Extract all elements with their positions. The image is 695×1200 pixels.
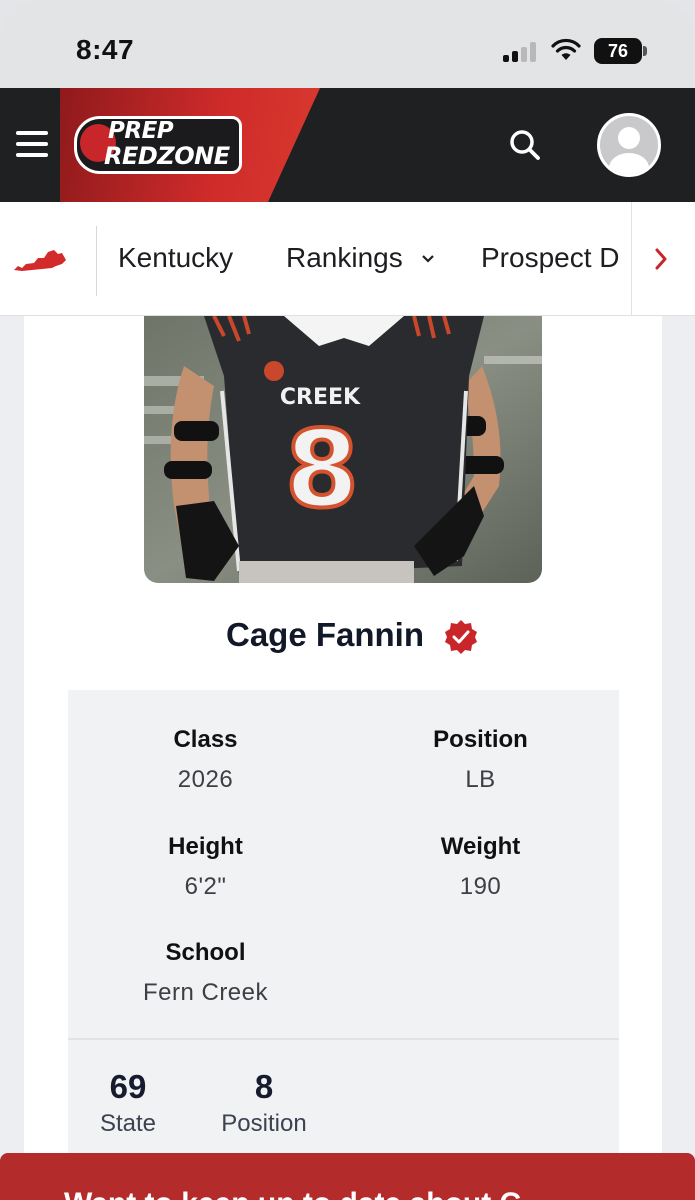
school-value[interactable]: Fern Creek <box>68 979 343 1007</box>
chevron-down-icon[interactable] <box>421 252 435 266</box>
user-avatar-icon[interactable] <box>597 113 661 177</box>
verified-badge-icon <box>445 620 477 654</box>
class-field: Class 2026 <box>68 726 343 794</box>
height-field: Height 6'2" <box>68 833 343 901</box>
weight-label: Weight <box>440 833 521 860</box>
kentucky-state-icon[interactable] <box>12 244 68 278</box>
player-profile-card: CREEK 8 Cage Fannin Class 2026 Position … <box>24 316 662 1200</box>
cellular-signal-icon <box>503 40 541 62</box>
position-label: Position <box>433 726 528 753</box>
signup-banner-text: Want to keep up to date about C... <box>64 1187 546 1200</box>
state-rank[interactable]: 69 State <box>96 1068 160 1138</box>
class-value: 2026 <box>177 766 234 793</box>
nav-scroll-right-button[interactable] <box>631 202 695 315</box>
search-icon[interactable] <box>508 128 542 162</box>
logo-text-prep: PREP <box>108 118 174 144</box>
position-rank[interactable]: 8 Position <box>214 1068 314 1138</box>
state-rank-value: 69 <box>109 1068 147 1105</box>
position-rank-label: Position <box>221 1110 307 1137</box>
nav-item-rankings[interactable]: Rankings <box>286 242 403 274</box>
battery-tip <box>643 46 647 56</box>
chevron-right-icon <box>655 248 667 270</box>
player-photo: CREEK 8 <box>144 316 542 583</box>
state-rank-label: State <box>99 1110 157 1137</box>
nav-item-kentucky[interactable]: Kentucky <box>118 242 233 274</box>
school-field: School Fern Creek <box>68 939 343 1007</box>
class-label: Class <box>173 726 238 753</box>
battery-indicator: 76 <box>594 38 642 64</box>
prep-redzone-logo[interactable]: PREP REDZONE <box>74 116 242 174</box>
player-details: Class 2026 Position LB Height 6'2" Weigh… <box>68 690 619 1040</box>
logo-text-redzone: REDZONE <box>104 142 230 170</box>
position-value: LB <box>465 766 496 793</box>
height-label: Height <box>168 833 243 860</box>
player-photo-illustration: CREEK 8 <box>144 316 542 583</box>
player-name: Cage Fannin <box>225 616 425 653</box>
school-label: School <box>165 939 246 966</box>
nav-item-prospect[interactable]: Prospect D <box>481 242 631 274</box>
avatar-silhouette <box>600 116 658 174</box>
position-field: Position LB <box>343 726 618 794</box>
jersey-number-text: 8 <box>285 408 359 531</box>
weight-value: 190 <box>459 873 502 900</box>
signup-banner[interactable]: Want to keep up to date about C... <box>0 1153 695 1200</box>
sub-navigation: Kentucky Rankings Prospect D <box>0 202 695 316</box>
wifi-icon <box>551 38 581 60</box>
status-bar: 8:47 76 <box>0 0 695 88</box>
phone-screen: 8:47 76 PREP REDZONE Kentucky Rankings P… <box>0 0 695 1200</box>
hamburger-menu-icon[interactable] <box>16 131 48 157</box>
app-header: PREP REDZONE <box>0 88 695 202</box>
status-time: 8:47 <box>76 34 135 65</box>
position-rank-value: 8 <box>254 1068 274 1105</box>
jersey-team-text: CREEK <box>280 385 361 410</box>
nav-divider <box>96 226 97 296</box>
height-value: 6'2" <box>184 873 227 900</box>
weight-field: Weight 190 <box>343 833 618 901</box>
